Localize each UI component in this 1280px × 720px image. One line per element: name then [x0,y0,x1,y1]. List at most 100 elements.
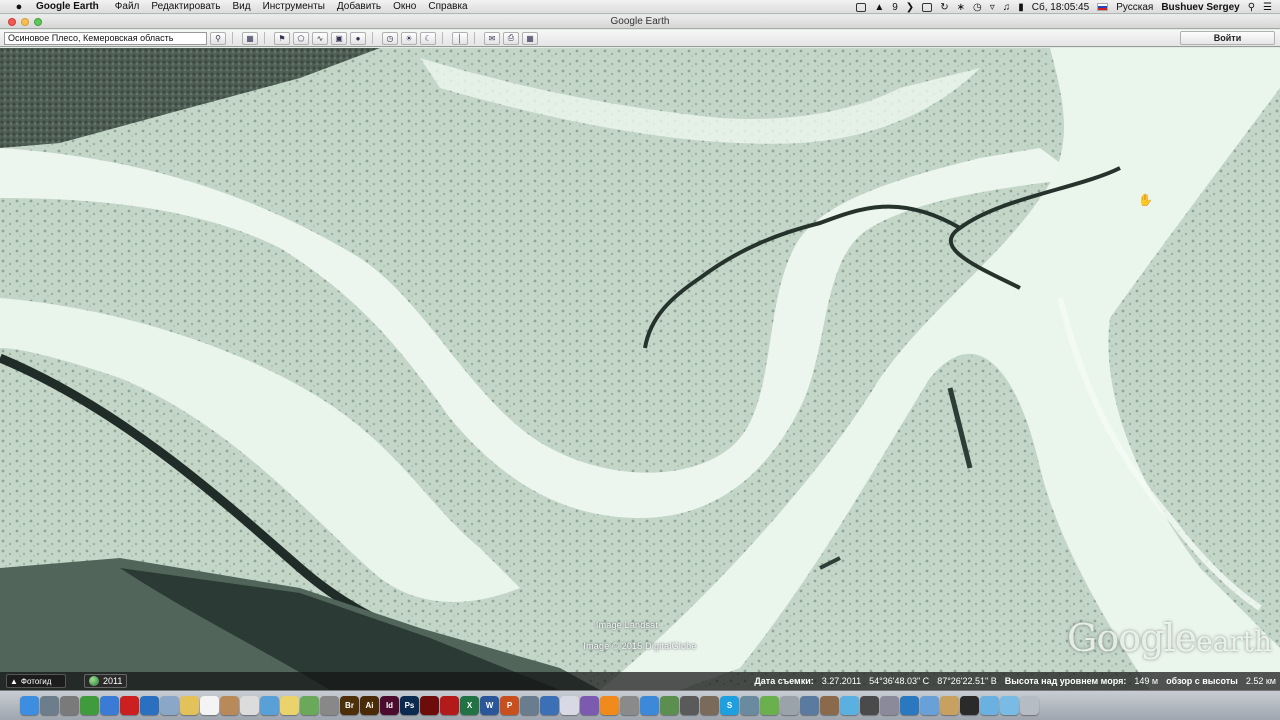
menu-file[interactable]: Файл [115,1,140,12]
google-earth-icon[interactable] [900,696,919,715]
sync-icon[interactable]: ↻ [940,2,948,13]
wifi-icon[interactable]: ▿ [990,2,995,13]
clock[interactable]: Сб, 18:05:45 [1032,2,1089,13]
spotlight-search-icon[interactable]: ⚲ [1248,2,1255,13]
scripts-icon[interactable] [320,696,339,715]
russian-flag-icon[interactable] [1097,3,1109,11]
textedit-icon[interactable] [240,696,259,715]
automator-icon[interactable] [880,696,899,715]
path-icon[interactable]: ∿ [312,31,328,45]
record-tour-icon[interactable]: ● [350,31,366,45]
volume-icon[interactable]: ♫ [1003,2,1011,13]
historical-imagery-icon[interactable]: ◷ [382,31,398,45]
earth-3d-view[interactable]: Image Landsat Image © 2015 DigitalGlobe … [0,48,1280,690]
itunes-icon[interactable] [560,696,579,715]
play-status-icon[interactable]: ❯ [906,2,914,13]
camera-icon[interactable] [860,696,879,715]
system-info-icon[interactable] [800,696,819,715]
apple-menu-icon[interactable]: ● [12,1,26,13]
print-icon[interactable]: ⎙ [503,31,519,45]
sidebar-icon[interactable]: ▦ [242,31,258,45]
opera-icon[interactable] [120,696,139,715]
preview-icon[interactable] [160,696,179,715]
acrobat-icon[interactable] [440,696,459,715]
trash-icon[interactable] [1020,696,1039,715]
mail-icon[interactable] [920,696,939,715]
app-store-icon[interactable] [640,696,659,715]
preferences-icon[interactable] [620,696,639,715]
grapher-icon[interactable] [660,696,679,715]
status-count: 9 [892,1,898,13]
maps-icon[interactable] [300,696,319,715]
stickies-icon[interactable] [280,696,299,715]
tour-guide-button[interactable]: ▲ Фотогид [6,674,66,688]
calendar-icon[interactable] [200,696,219,715]
menu-view[interactable]: Вид [232,1,250,12]
word-icon[interactable]: W [480,696,499,715]
search-input[interactable] [4,31,207,45]
globe-browser-icon[interactable] [140,696,159,715]
ruler-icon[interactable]: │ [452,31,468,45]
planets-icon[interactable]: ☾ [420,31,436,45]
keynote-icon[interactable] [540,696,559,715]
launchpad-icon[interactable] [40,696,59,715]
vlc-icon[interactable] [600,696,619,715]
finder-icon[interactable] [20,696,39,715]
dictionary-icon[interactable] [820,696,839,715]
screen-record-icon[interactable] [922,2,933,12]
menu-help[interactable]: Справка [428,1,467,12]
reader-icon[interactable] [940,696,959,715]
zoom-window-button[interactable] [34,18,42,26]
menu-edit[interactable]: Редактировать [151,1,220,12]
image-capture-icon[interactable] [520,696,539,715]
documents-folder-icon[interactable] [1000,696,1019,715]
time-machine-icon[interactable]: ◷ [973,2,982,13]
search-icon[interactable]: ⚲ [210,31,226,45]
email-icon[interactable]: ✉ [484,31,500,45]
imovie-icon[interactable] [580,696,599,715]
notes-icon[interactable] [180,696,199,715]
app-menu[interactable]: Google Earth [36,1,99,12]
chrome-icon[interactable] [80,696,99,715]
adobe-status-icon[interactable]: ▲ [874,2,884,13]
excel-icon[interactable]: X [460,696,479,715]
contacts-icon[interactable] [220,696,239,715]
menu-add[interactable]: Добавить [337,1,381,12]
minimize-window-button[interactable] [21,18,29,26]
safari-icon[interactable] [100,696,119,715]
calculator-icon[interactable] [680,696,699,715]
messages-icon[interactable] [840,696,859,715]
skype-icon[interactable]: S [720,696,739,715]
input-source[interactable]: Русская [1116,2,1153,13]
polygon-icon[interactable]: ⬠ [293,31,309,45]
terminal-icon[interactable] [960,696,979,715]
sun-icon[interactable]: ☀ [401,31,417,45]
close-window-button[interactable] [8,18,16,26]
historical-imagery-year[interactable]: 2011 [84,674,128,688]
overlay-icon[interactable]: ▣ [331,31,347,45]
monitor-icon[interactable] [856,2,867,12]
bridge-icon[interactable]: Br [340,696,359,715]
photoshop-icon[interactable]: Ps [400,696,419,715]
photos-icon[interactable] [260,696,279,715]
screenshot-icon[interactable] [60,696,79,715]
chess-icon[interactable] [700,696,719,715]
battery-icon[interactable]: ▮ [1018,2,1024,13]
bluetooth-icon[interactable]: ∗ [957,2,965,13]
placemark-icon[interactable]: ⚑ [274,31,290,45]
disk-utility-icon[interactable] [780,696,799,715]
indesign-icon[interactable]: Id [380,696,399,715]
powerpoint-icon[interactable]: P [500,696,519,715]
illustrator-icon[interactable]: Ai [360,696,379,715]
sign-in-button[interactable]: Войти [1180,31,1275,45]
notification-center-icon[interactable]: ☰ [1263,2,1272,13]
toolbar-divider [372,32,373,44]
maps-icon[interactable]: ▦ [522,31,538,45]
downloads-folder-icon[interactable] [980,696,999,715]
utorrent-icon[interactable] [760,696,779,715]
flash-icon[interactable] [420,696,439,715]
menu-window[interactable]: Окно [393,1,416,12]
growl-icon[interactable] [740,696,759,715]
user-name[interactable]: Bushuev Sergey [1161,2,1239,13]
menu-tools[interactable]: Инструменты [263,1,325,12]
